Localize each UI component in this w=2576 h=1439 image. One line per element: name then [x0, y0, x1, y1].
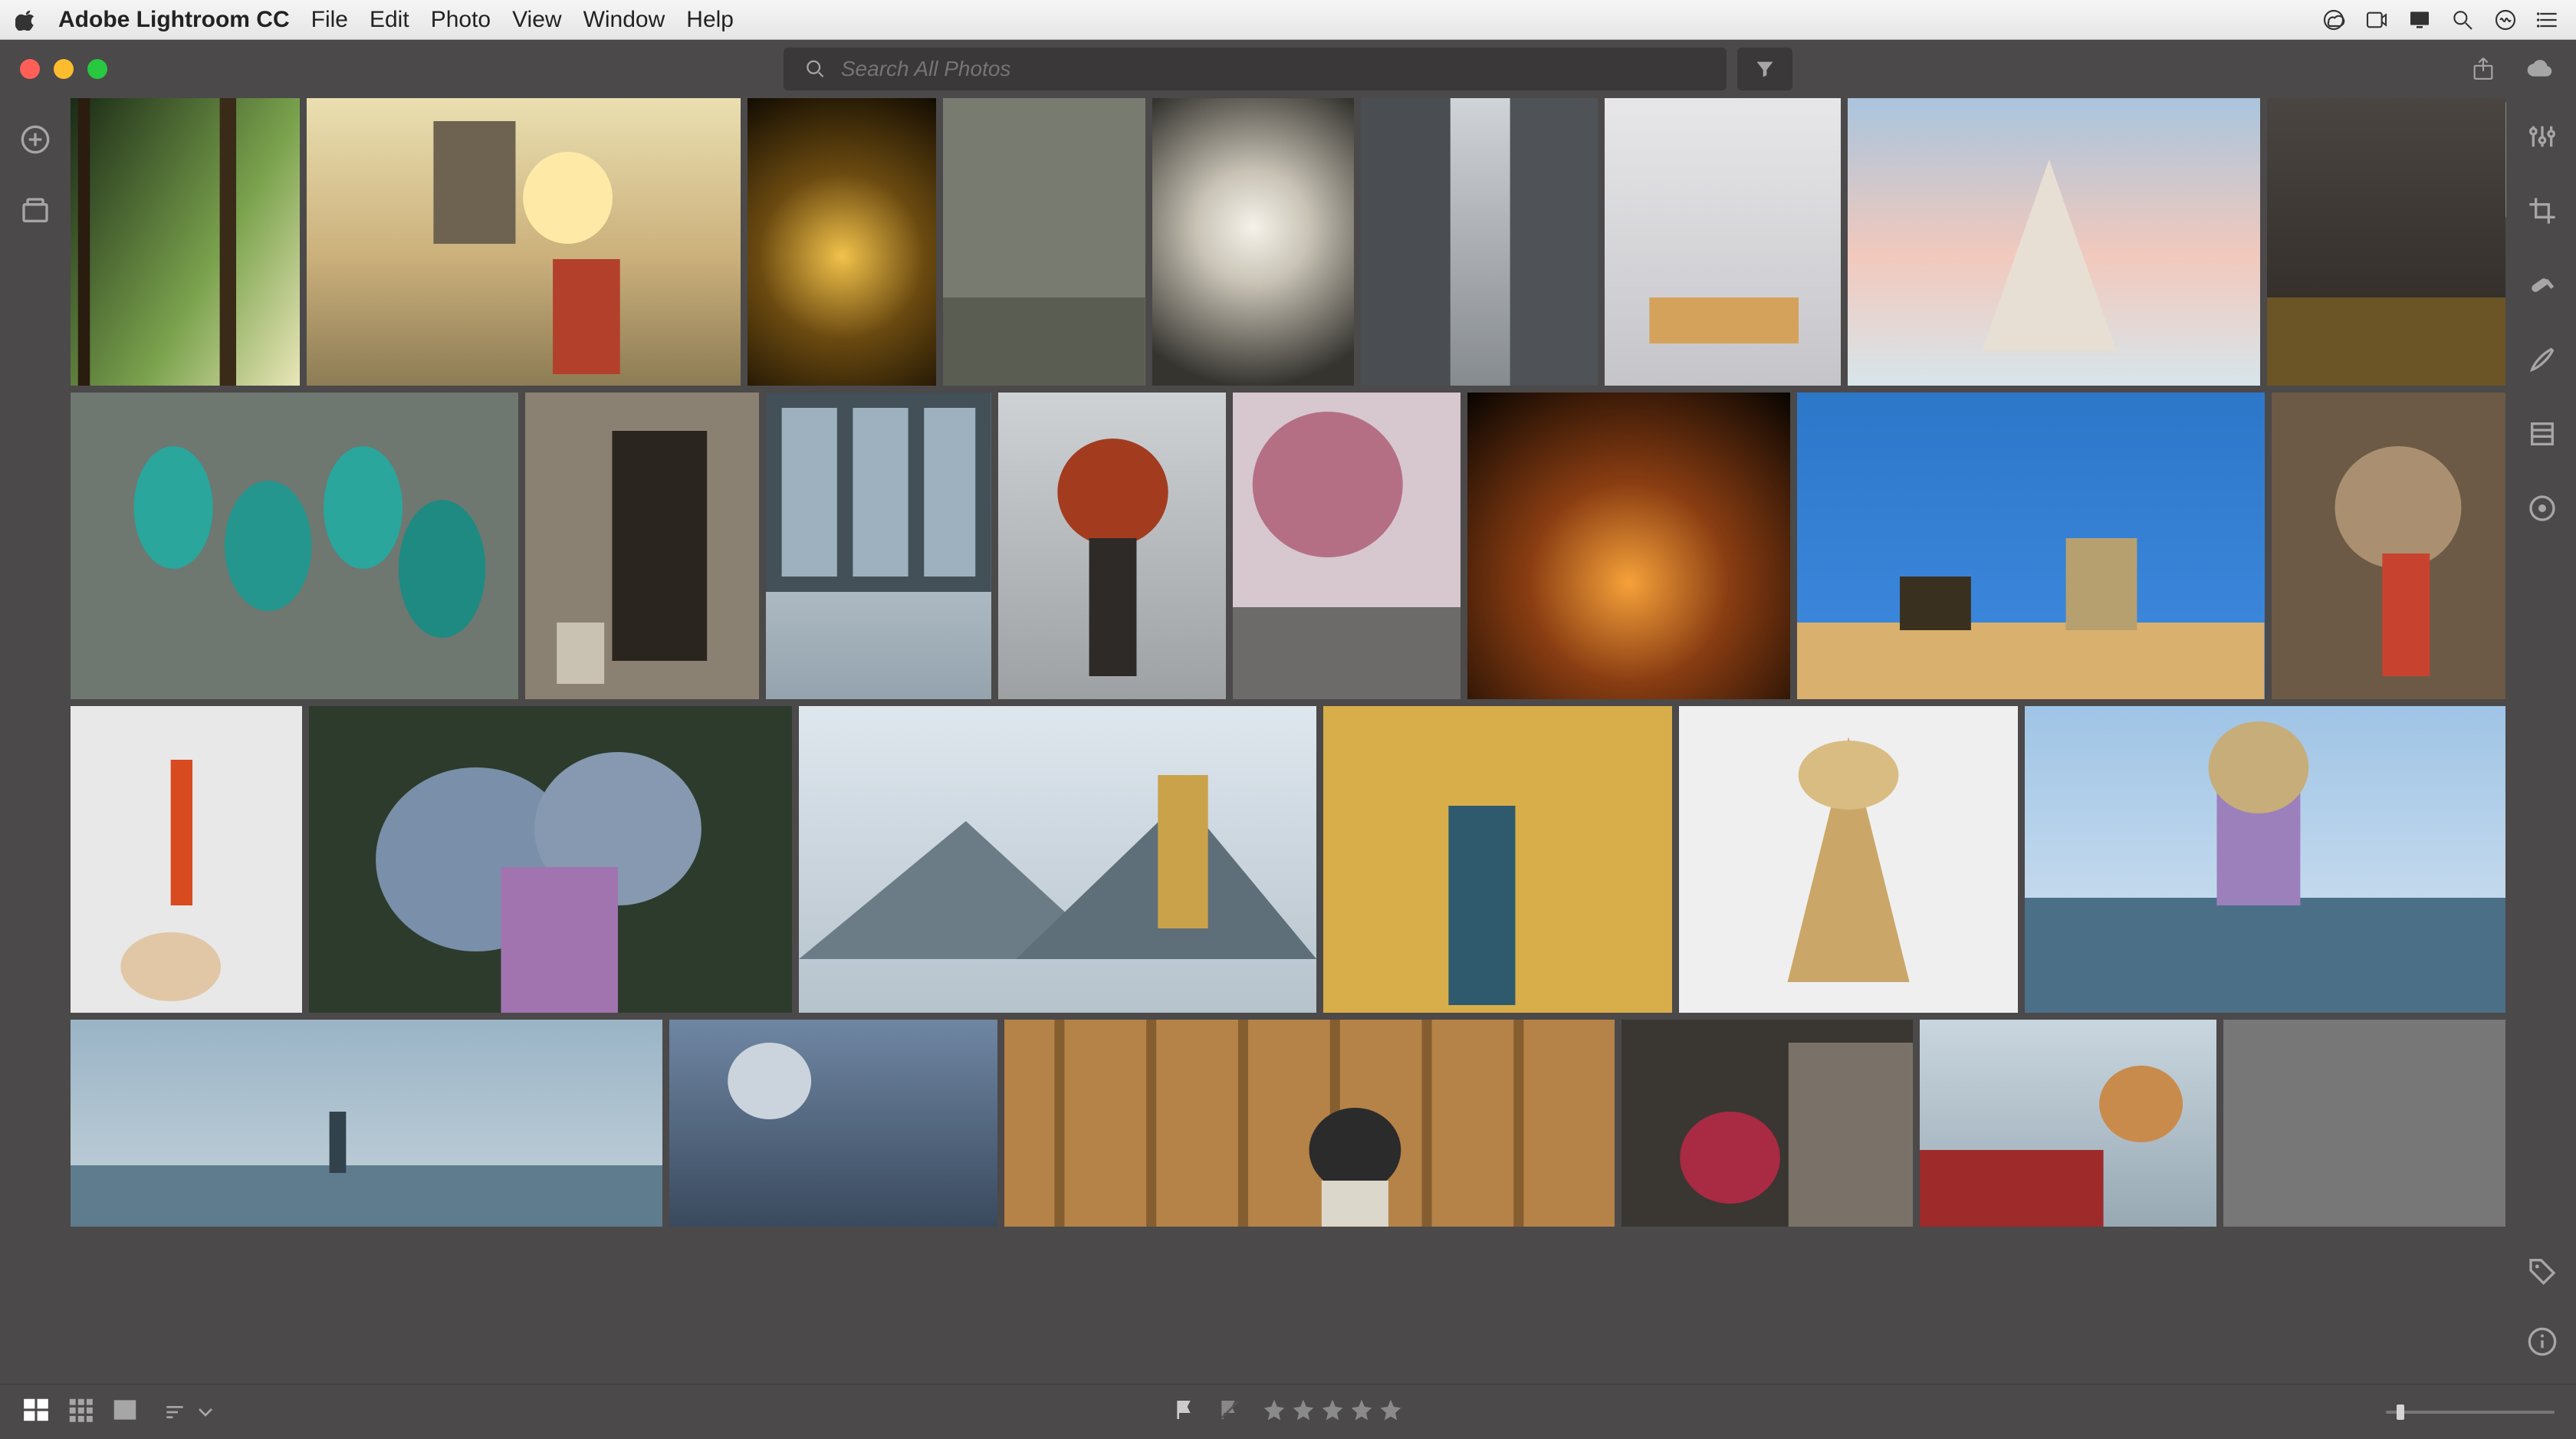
- edit-panel-button[interactable]: [2527, 121, 2558, 156]
- photo-thumbnail[interactable]: [309, 706, 793, 1013]
- flag-pick-button[interactable]: [1173, 1398, 1198, 1426]
- photo-thumbnail[interactable]: [1361, 98, 1598, 386]
- healing-brush-button[interactable]: [2527, 270, 2558, 304]
- my-photos-button[interactable]: [20, 195, 51, 230]
- photo-thumbnail[interactable]: [766, 393, 991, 699]
- search-bar[interactable]: [784, 48, 1727, 90]
- menu-photo[interactable]: Photo: [431, 7, 491, 33]
- screen-record-icon[interactable]: [2364, 8, 2389, 32]
- photo-thumbnail[interactable]: [748, 98, 936, 386]
- crop-button[interactable]: [2527, 195, 2558, 230]
- funnel-icon: [1754, 58, 1776, 80]
- flag-reject-button[interactable]: [1217, 1398, 1242, 1426]
- window-close-button[interactable]: [20, 59, 40, 79]
- keywords-button[interactable]: [2527, 1255, 2558, 1290]
- cloud-sync-button[interactable]: [2527, 56, 2553, 82]
- info-button[interactable]: [2527, 1326, 2558, 1361]
- window-controls: [0, 59, 107, 79]
- photo-thumbnail[interactable]: [2223, 1020, 2505, 1227]
- share-button[interactable]: [2470, 56, 2496, 82]
- photo-thumbnail[interactable]: [1605, 98, 1840, 386]
- app-name[interactable]: Adobe Lightroom CC: [58, 7, 290, 33]
- chevron-down-icon: [193, 1400, 218, 1424]
- search-icon: [805, 58, 826, 80]
- photo-thumbnail[interactable]: [1233, 393, 1460, 699]
- star-icon[interactable]: [1291, 1398, 1316, 1426]
- filter-button[interactable]: [1737, 48, 1792, 90]
- photo-grid[interactable]: [71, 98, 2509, 1384]
- photo-thumbnail[interactable]: [799, 706, 1316, 1013]
- photo-thumbnail[interactable]: [2267, 98, 2505, 386]
- photo-thumbnail[interactable]: [525, 393, 759, 699]
- app-window: [0, 40, 2576, 1439]
- siri-icon[interactable]: [2493, 8, 2518, 32]
- star-icon[interactable]: [1320, 1398, 1345, 1426]
- photo-thumbnail[interactable]: [1323, 706, 1671, 1013]
- photo-thumbnail[interactable]: [1152, 98, 1354, 386]
- detail-view-button[interactable]: [110, 1395, 140, 1428]
- radial-gradient-button[interactable]: [2527, 493, 2558, 527]
- window-maximize-button[interactable]: [87, 59, 107, 79]
- photo-thumbnail[interactable]: [71, 1020, 662, 1227]
- window-minimize-button[interactable]: [54, 59, 74, 79]
- left-rail: [0, 98, 71, 1384]
- footer-bar: [0, 1384, 2576, 1439]
- apple-logo-icon[interactable]: [15, 9, 37, 31]
- photo-thumbnail[interactable]: [1848, 98, 2260, 386]
- photo-thumbnail[interactable]: [1797, 393, 2264, 699]
- mac-menu-bar: Adobe Lightroom CC File Edit Photo View …: [0, 0, 2576, 40]
- photo-thumbnail[interactable]: [1004, 1020, 1615, 1227]
- photo-grid-view-button[interactable]: [21, 1395, 51, 1428]
- photo-thumbnail[interactable]: [1622, 1020, 1913, 1227]
- menu-file[interactable]: File: [311, 7, 348, 33]
- menu-view[interactable]: View: [512, 7, 561, 33]
- photo-thumbnail[interactable]: [307, 98, 741, 386]
- display-icon[interactable]: [2407, 8, 2432, 32]
- photo-thumbnail[interactable]: [1679, 706, 2018, 1013]
- brush-button[interactable]: [2527, 344, 2558, 379]
- spotlight-icon[interactable]: [2450, 8, 2475, 32]
- thumbnail-size-slider[interactable]: [2386, 1411, 2555, 1414]
- photo-thumbnail[interactable]: [998, 393, 1226, 699]
- right-rail: [2509, 98, 2576, 1384]
- menu-edit[interactable]: Edit: [370, 7, 409, 33]
- creative-cloud-icon[interactable]: [2321, 8, 2346, 32]
- square-grid-view-button[interactable]: [66, 1395, 95, 1428]
- photo-thumbnail[interactable]: [2025, 706, 2505, 1013]
- photo-thumbnail[interactable]: [669, 1020, 997, 1227]
- sort-button[interactable]: [163, 1400, 218, 1424]
- photo-thumbnail[interactable]: [1920, 1020, 2216, 1227]
- rating-stars[interactable]: [1262, 1398, 1403, 1426]
- star-icon[interactable]: [1378, 1398, 1403, 1426]
- add-photos-button[interactable]: [20, 124, 51, 159]
- star-icon[interactable]: [1262, 1398, 1286, 1426]
- notification-center-icon[interactable]: [2536, 8, 2561, 32]
- linear-gradient-button[interactable]: [2527, 419, 2558, 453]
- photo-thumbnail[interactable]: [71, 98, 300, 386]
- menu-help[interactable]: Help: [686, 7, 734, 33]
- menu-window[interactable]: Window: [583, 7, 665, 33]
- photo-thumbnail[interactable]: [71, 706, 302, 1013]
- star-icon[interactable]: [1349, 1398, 1374, 1426]
- title-bar: [0, 40, 2576, 98]
- photo-thumbnail[interactable]: [943, 98, 1145, 386]
- search-input[interactable]: [841, 57, 1705, 81]
- photo-thumbnail[interactable]: [1467, 393, 1791, 699]
- photo-thumbnail[interactable]: [2272, 393, 2505, 699]
- photo-thumbnail[interactable]: [71, 393, 518, 699]
